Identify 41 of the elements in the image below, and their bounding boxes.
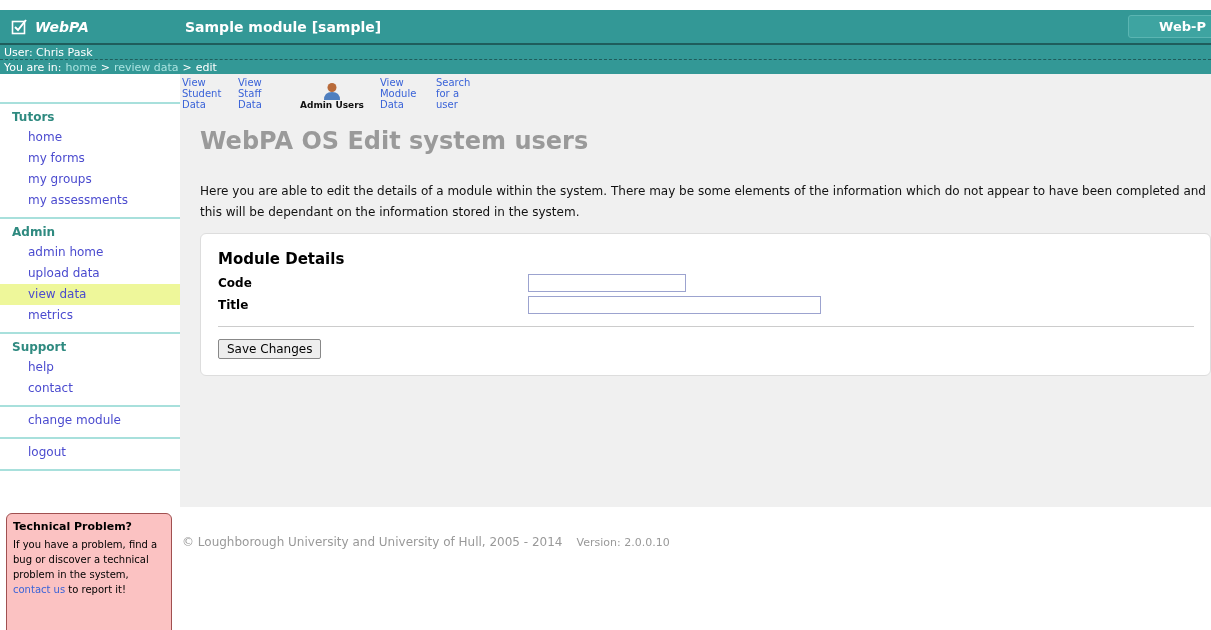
checkbox-icon [11, 18, 27, 35]
form-heading: Module Details [218, 250, 346, 268]
sidebar-heading: Tutors [11, 109, 56, 126]
problem-title: Technical Problem? [13, 520, 133, 533]
user-name: User: Chris Pask [4, 46, 93, 59]
version-text: Version: 2.0.0.10 [576, 536, 670, 549]
page-title: WebPA OS Edit system users [200, 127, 590, 155]
field-label: Title [218, 298, 250, 312]
sidebar-heading: Admin [11, 224, 57, 241]
breadcrumb-separator: > [100, 61, 110, 73]
problem-text: If you have a problem, find a bug or discover a technical problem in the system, contact us to report it! [13, 538, 159, 597]
sidebar-item[interactable]: my assessments [0, 190, 180, 211]
user-icon [323, 82, 341, 100]
breadcrumb-separator: > [182, 61, 192, 73]
input-field[interactable] [528, 274, 686, 292]
sidebar-item[interactable]: upload data [0, 263, 180, 284]
toolbar-link[interactable]: View Staff Data [238, 77, 284, 110]
sidebar-item[interactable]: contact [0, 378, 180, 399]
input-field[interactable] [528, 296, 821, 314]
module-title: Sample module [sample] [185, 18, 383, 35]
toolbar-link[interactable]: Search for a user [436, 77, 482, 110]
sidebar-item[interactable]: my groups [0, 169, 180, 190]
sidebar-item[interactable]: view data [0, 284, 180, 305]
toolbar-link[interactable]: View Module Data [380, 77, 426, 110]
breadcrumb-label: You are in: [4, 61, 62, 73]
sidebar-heading: Support [11, 339, 68, 356]
sidebar-item[interactable]: change module [0, 410, 180, 431]
field-label: Code [218, 276, 253, 290]
breadcrumb-current: edit [195, 61, 217, 73]
sidebar-item[interactable]: metrics [0, 305, 180, 326]
sidebar-item[interactable]: my forms [0, 148, 180, 169]
toolbar-button[interactable]: Admin Users [300, 82, 364, 110]
contact-link[interactable]: contact us [13, 584, 66, 595]
sidebar-item[interactable]: home [0, 127, 180, 148]
copyright-text: © Loughborough University and University of Hull, 2005 - 2014 [182, 535, 563, 549]
sidebar-item[interactable]: help [0, 357, 180, 378]
intro-text: Here you are able to edit the details of a module within the system. There may be some elements of the information which do not appear to have been completed and this will be dependant on the information stored in the system. [200, 183, 1207, 221]
save-button[interactable]: Save Changes [218, 339, 322, 359]
sidebar-item[interactable]: admin home [0, 242, 180, 263]
sidebar-item[interactable]: logout [0, 442, 180, 463]
toolbar-link[interactable]: View Student Data [182, 77, 228, 110]
